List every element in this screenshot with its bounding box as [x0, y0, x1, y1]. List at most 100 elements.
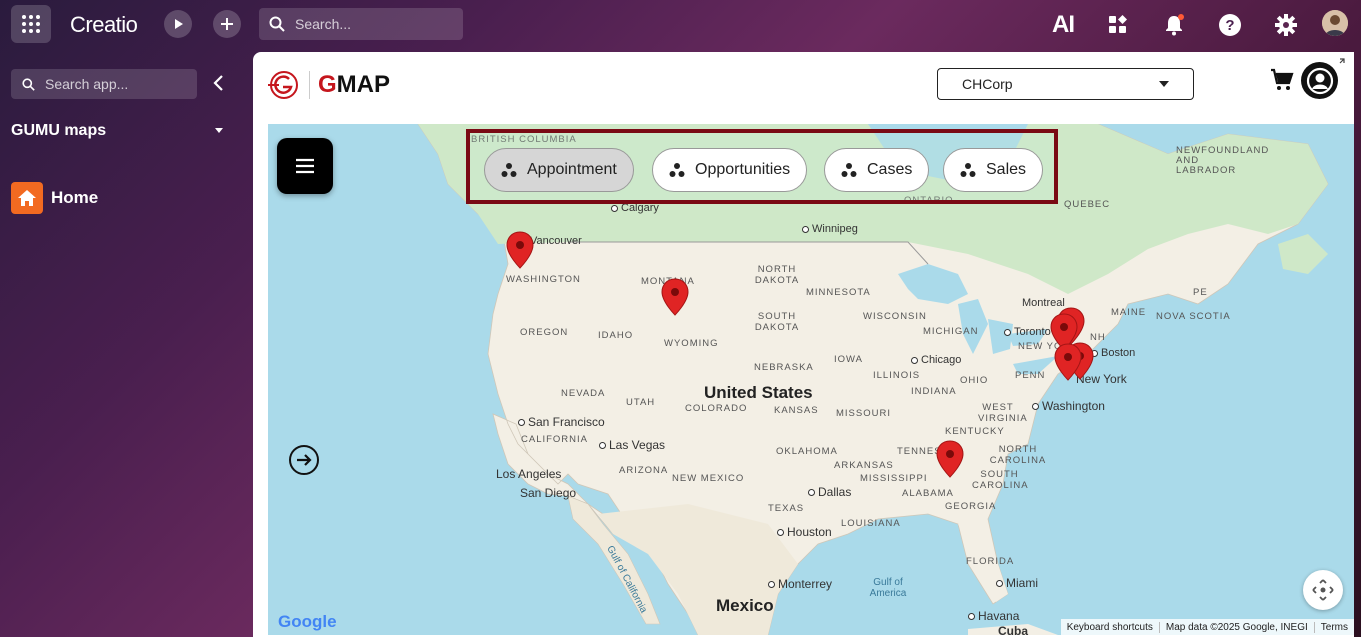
map-pin[interactable]: [936, 440, 964, 478]
map-label: NEW MEXICO: [672, 473, 745, 484]
map-label: WEST VIRGINIA: [978, 402, 1028, 424]
map-label: Gulf of America: [869, 577, 907, 599]
map-label: Monterrey: [768, 577, 832, 591]
brand-divider: [309, 71, 310, 99]
map-label: Mexico: [716, 596, 774, 615]
gear-icon: [1275, 14, 1297, 36]
home-icon: [11, 182, 43, 214]
map-label: ALABAMA: [902, 488, 954, 499]
map-label: PENN: [1015, 370, 1046, 381]
map-label: OKLAHOMA: [776, 446, 838, 457]
sidebar-item-home[interactable]: Home: [11, 182, 98, 214]
add-button[interactable]: [213, 10, 241, 38]
filter-cases[interactable]: Cases: [824, 148, 930, 192]
map-label: Boston: [1091, 347, 1135, 359]
map-label: MINNESOTA: [806, 287, 871, 298]
map-label: MISSISSIPPI: [860, 473, 928, 484]
map-label: IDAHO: [598, 330, 634, 341]
widgets-icon: [1109, 15, 1127, 33]
recenter-icon: [1312, 579, 1334, 601]
search-icon: [269, 16, 285, 32]
map[interactable]: BRITISH COLUMBIA Calgary Vancouver Winni…: [268, 124, 1354, 635]
map-label: NORTH CAROLINA: [989, 444, 1047, 466]
chevron-down-icon[interactable]: [215, 128, 223, 133]
recenter-button[interactable]: [1303, 570, 1343, 610]
map-label: Los Angeles: [496, 467, 562, 481]
cart-button[interactable]: [1270, 68, 1294, 97]
app-search-input[interactable]: [43, 75, 197, 93]
apps-grid-button[interactable]: [11, 5, 51, 43]
map-label: KENTUCKY: [945, 426, 1005, 437]
map-label: PE: [1193, 287, 1208, 298]
avatar[interactable]: [1322, 10, 1348, 36]
map-label: United States: [704, 383, 813, 402]
svg-text:?: ?: [1225, 17, 1234, 34]
company-select-value: CHCorp: [962, 76, 1013, 92]
map-label: OREGON: [520, 327, 569, 338]
entity-cluster-icon: [960, 163, 976, 177]
map-label: INDIANA: [911, 386, 957, 397]
filter-label: Sales: [986, 161, 1027, 178]
map-pin[interactable]: [506, 231, 534, 269]
map-data-text: Map data ©2025 Google, INEGI: [1160, 621, 1315, 633]
map-label: SOUTH CAROLINA: [972, 469, 1029, 491]
global-search-input[interactable]: [293, 15, 447, 33]
settings-button[interactable]: [1272, 11, 1300, 39]
gmap-logo-icon: [268, 71, 298, 99]
map-pin[interactable]: [661, 278, 689, 316]
cart-icon: [1271, 68, 1294, 90]
map-label: MAINE: [1111, 307, 1147, 318]
collapse-sidebar-button[interactable]: [212, 72, 226, 98]
google-logo-text: Google: [278, 612, 337, 631]
map-label: Toronto: [1004, 326, 1051, 338]
map-label: NORTH DAKOTA: [754, 264, 800, 286]
app-title-g: G: [318, 71, 337, 98]
map-label: LOUISIANA: [841, 518, 901, 529]
map-label: WYOMING: [664, 338, 719, 349]
creatio-logo[interactable]: Creatio: [70, 12, 138, 38]
global-search[interactable]: [259, 8, 463, 40]
filter-sales[interactable]: Sales: [943, 148, 1044, 192]
map-label: FLORIDA: [966, 556, 1015, 567]
open-panel-button[interactable]: [289, 445, 319, 475]
run-process-button[interactable]: [164, 10, 192, 38]
filter-opportunities[interactable]: Opportunities: [652, 148, 808, 192]
widgets-button[interactable]: [1104, 11, 1132, 39]
map-menu-button[interactable]: [277, 138, 333, 194]
profile-button[interactable]: [1301, 62, 1338, 99]
terms-link[interactable]: Terms: [1315, 622, 1354, 633]
map-label: Vancouver: [530, 235, 582, 247]
ai-icon: AI: [1052, 11, 1075, 38]
map-label: ARKANSAS: [834, 460, 894, 471]
chevron-down-icon: [1159, 81, 1169, 87]
google-logo[interactable]: Google: [278, 612, 337, 632]
sidebar-section-title[interactable]: GUMU maps: [11, 122, 106, 140]
help-button[interactable]: ?: [1216, 11, 1244, 39]
expand-icon[interactable]: [1335, 58, 1345, 71]
map-pin[interactable]: [1054, 343, 1082, 381]
map-label: Havana: [968, 609, 1019, 623]
sidebar-item-label: Home: [51, 188, 99, 207]
keyboard-shortcuts-link[interactable]: Keyboard shortcuts: [1061, 621, 1160, 633]
company-select[interactable]: CHCorp: [937, 68, 1194, 100]
map-attribution: Keyboard shortcuts Map data ©2025 Google…: [1060, 619, 1354, 635]
map-label: WISCONSIN: [863, 311, 927, 322]
map-label: IOWA: [834, 354, 863, 365]
map-label: ILLINOIS: [873, 370, 921, 381]
map-label: Washington: [1032, 399, 1105, 413]
plus-icon: [221, 18, 233, 30]
filter-label: Opportunities: [695, 161, 791, 178]
main-panel: GMAP CHCorp BRITISH COLUMBIA Calgary Van…: [253, 52, 1354, 637]
search-icon: [22, 77, 35, 91]
map-label: CALIFORNIA: [521, 434, 589, 445]
filter-label: Appointment: [527, 161, 617, 178]
app-title: GMAP: [318, 71, 390, 99]
notifications-button[interactable]: [1160, 11, 1188, 39]
map-label: NEWFOUNDLAND AND LABRADOR: [1176, 145, 1270, 176]
map-label: NOVA SCOTIA: [1156, 311, 1231, 322]
map-label: KANSAS: [774, 405, 819, 416]
app-search[interactable]: [11, 69, 197, 99]
ai-button[interactable]: AI: [1049, 11, 1077, 39]
filter-appointment[interactable]: Appointment: [484, 148, 634, 192]
map-label: OHIO: [960, 375, 989, 386]
